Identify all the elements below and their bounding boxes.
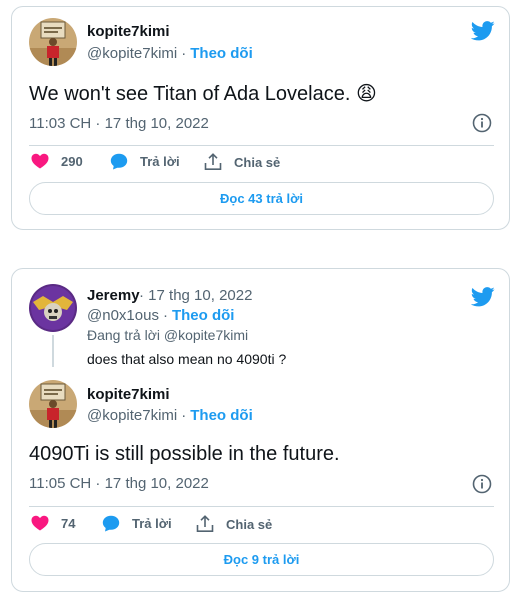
reply-label: Trả lời xyxy=(140,154,180,169)
twitter-bird-icon[interactable] xyxy=(471,287,495,307)
reply-bubble-icon xyxy=(102,515,120,532)
parent-date[interactable]: 17 thg 10, 2022 xyxy=(148,287,252,304)
separator: · xyxy=(181,407,187,424)
like-button[interactable]: 74 xyxy=(31,515,75,531)
timestamp[interactable]: 11:05 CH · 17 thg 10, 2022 xyxy=(29,475,209,492)
info-icon[interactable] xyxy=(472,474,492,494)
avatar[interactable] xyxy=(29,18,77,66)
author-name[interactable]: kopite7kimi xyxy=(87,386,170,403)
divider xyxy=(29,145,494,146)
author-handle[interactable]: @kopite7kimi xyxy=(87,45,177,62)
like-count: 74 xyxy=(61,515,76,531)
avatar[interactable] xyxy=(29,284,77,332)
author-handle-line: @n0x1ous · Theo dõi xyxy=(87,307,234,324)
share-icon xyxy=(204,153,222,170)
share-label: Chia sẻ xyxy=(234,154,281,170)
reply-label: Trả lời xyxy=(132,516,172,531)
author-handle[interactable]: @n0x1ous xyxy=(87,307,159,324)
parent-tweet-text: does that also mean no 4090ti ? xyxy=(87,351,287,367)
follow-button[interactable]: Theo dõi xyxy=(190,407,253,424)
separator: · xyxy=(162,307,168,324)
parent-date-line: · 17 thg 10, 2022 xyxy=(139,287,252,304)
separator: · xyxy=(181,45,187,62)
author-handle-line: @kopite7kimi · Theo dõi xyxy=(87,407,253,424)
timestamp[interactable]: 11:03 CH · 17 thg 10, 2022 xyxy=(29,115,209,132)
reply-button[interactable]: Trả lời xyxy=(102,515,172,532)
share-button[interactable]: Chia sẻ xyxy=(196,515,272,533)
author-name[interactable]: kopite7kimi xyxy=(87,23,170,40)
tweet-card: Jeremy · 17 thg 10, 2022 @n0x1ous · Theo d… xyxy=(11,268,510,592)
author-handle[interactable]: @kopite7kimi xyxy=(87,407,177,424)
like-count: 290 xyxy=(61,153,83,169)
heart-icon xyxy=(31,153,49,169)
author-name[interactable]: Jeremy xyxy=(87,287,140,304)
heart-icon xyxy=(31,515,49,531)
reply-bubble-icon xyxy=(110,153,128,170)
author-handle-line: @kopite7kimi · Theo dõi xyxy=(87,45,253,62)
like-button[interactable]: 290 xyxy=(31,153,83,169)
read-replies-button[interactable]: Đọc 9 trả lời xyxy=(29,543,494,576)
tweet-text: We won't see Titan of Ada Lovelace. 😩 xyxy=(29,83,377,105)
tweet-text: 4090Ti is still possible in the future. xyxy=(29,443,340,465)
share-icon xyxy=(196,515,214,532)
avatar[interactable] xyxy=(29,380,77,428)
reply-button[interactable]: Trả lời xyxy=(110,153,180,170)
separator: · xyxy=(139,287,149,304)
thread-line xyxy=(52,335,54,367)
follow-button[interactable]: Theo dõi xyxy=(172,307,235,324)
info-icon[interactable] xyxy=(472,113,492,133)
twitter-bird-icon[interactable] xyxy=(471,21,495,41)
tweet-card: kopite7kimi @kopite7kimi · Theo dõi We won… xyxy=(11,6,510,230)
share-button[interactable]: Chia sẻ xyxy=(204,153,280,171)
divider xyxy=(29,506,494,507)
read-replies-button[interactable]: Đọc 43 trả lời xyxy=(29,182,494,215)
follow-button[interactable]: Theo dõi xyxy=(190,45,253,62)
replying-to[interactable]: Đang trả lời @kopite7kimi xyxy=(87,327,248,343)
share-label: Chia sẻ xyxy=(226,516,273,532)
